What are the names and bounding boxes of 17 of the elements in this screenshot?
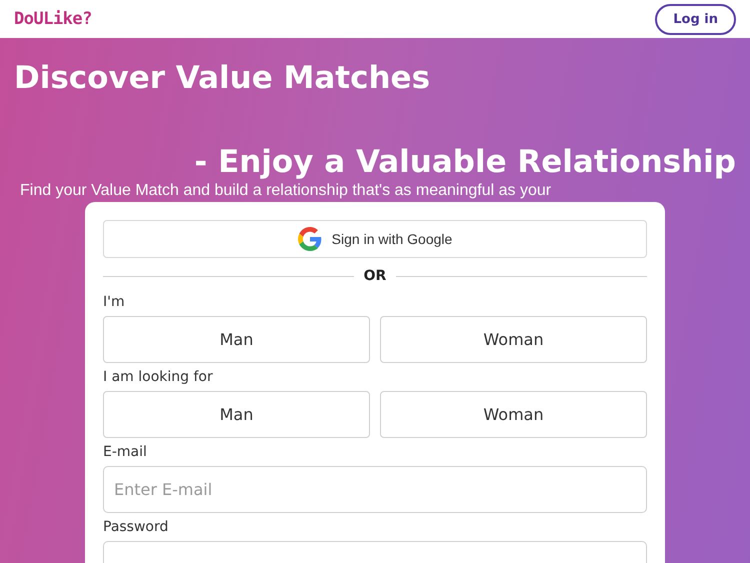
login-button[interactable]: Log in — [655, 4, 736, 34]
gender-option[interactable]: Woman — [380, 391, 647, 438]
field-label: Password — [103, 519, 170, 535]
gender-option[interactable]: Man — [103, 316, 370, 363]
field-label: I am looking for — [103, 369, 214, 385]
hero-title: Discover Value Matches — [14, 60, 432, 96]
or-divider-text: OR — [364, 268, 386, 284]
field-label: E-mail — [103, 444, 148, 460]
google-signin-button[interactable]: Sign in with Google — [103, 220, 647, 258]
google-icon — [298, 227, 322, 251]
gender-option[interactable]: Man — [103, 391, 370, 438]
gender-option[interactable]: Woman — [380, 316, 647, 363]
logo[interactable]: DoULike? — [14, 9, 92, 29]
hero-subtitle: - Enjoy a Valuable Relationship — [194, 144, 736, 180]
hero-tagline: Find your Value Match and build a relationship that's as meaningful as your — [20, 182, 552, 200]
field-label: I'm — [103, 294, 126, 310]
input-field[interactable]: Enter E-mail — [103, 466, 647, 513]
